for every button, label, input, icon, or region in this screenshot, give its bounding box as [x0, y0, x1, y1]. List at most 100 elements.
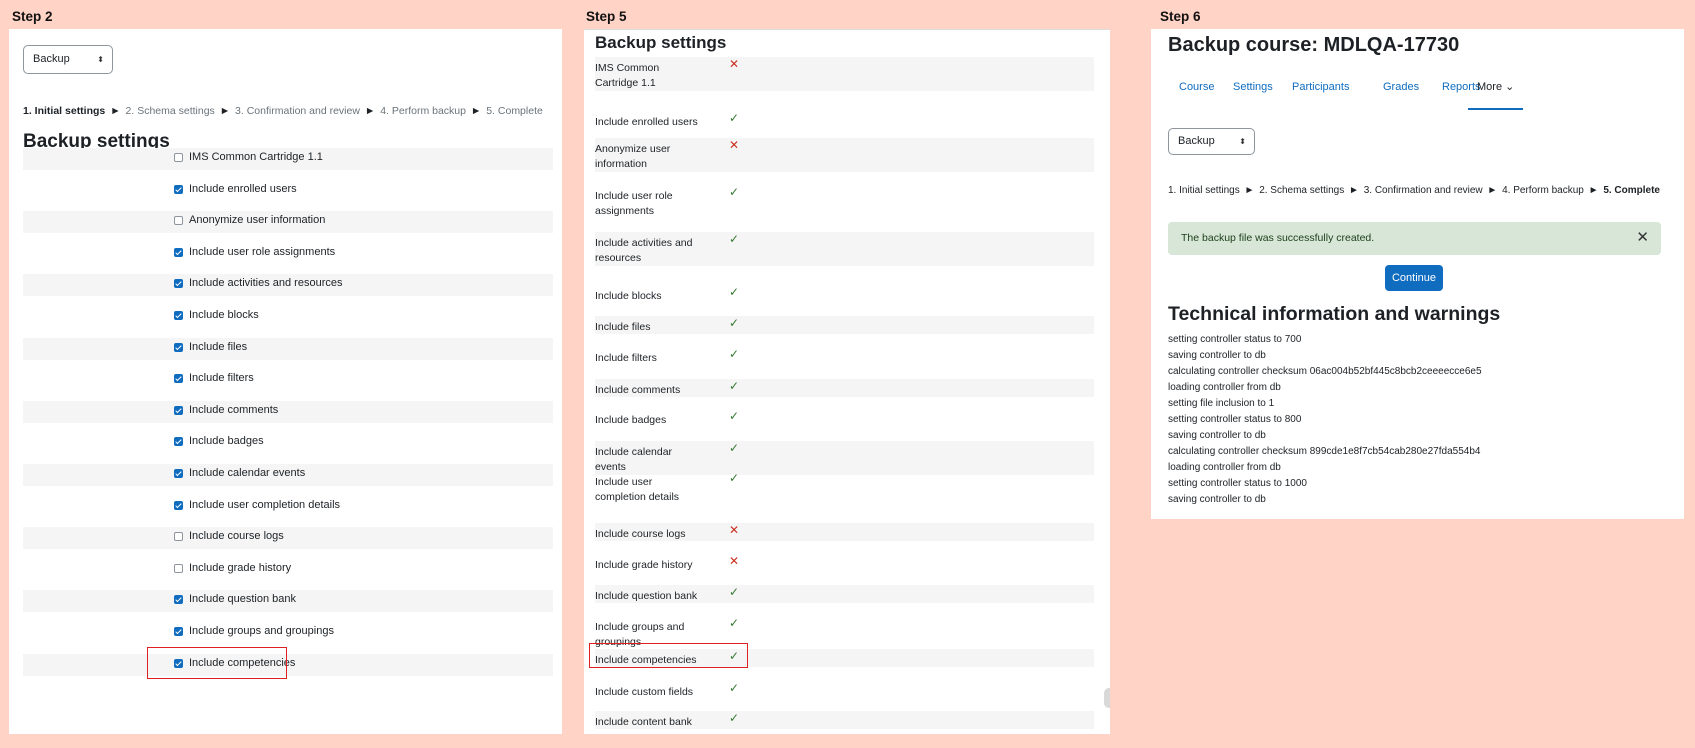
- setting-row: Include enrolled users: [23, 180, 553, 202]
- tab-label: More: [1477, 81, 1503, 93]
- setting-summary-row: Include calendar events ✓: [595, 441, 1094, 475]
- setting-row: Include comments: [23, 400, 553, 423]
- cross-icon: ✕: [729, 57, 740, 71]
- log-line: calculating controller checksum 899cde1e…: [1168, 446, 1481, 457]
- setting-label: Include files: [189, 340, 248, 353]
- setting-summary-row: Include badges ✓: [595, 409, 1094, 427]
- check-icon: ✓: [729, 347, 740, 361]
- tab-reports[interactable]: Reports: [1442, 77, 1481, 97]
- tab-grades[interactable]: Grades: [1383, 77, 1419, 97]
- check-icon: ✓: [729, 379, 740, 393]
- setting-label: Include grade history: [595, 559, 693, 571]
- cross-icon: ✕: [729, 523, 740, 537]
- step-5-title: Step 5: [586, 9, 627, 24]
- setting-label: Include activities and resources: [595, 237, 693, 264]
- tab-label: Course: [1179, 81, 1215, 93]
- log-line: saving controller to db: [1168, 430, 1266, 441]
- setting-row: Include question bank: [23, 590, 553, 613]
- tab-course[interactable]: Course: [1179, 77, 1214, 97]
- setting-checkbox[interactable]: [174, 216, 183, 226]
- setting-summary-row: Include files ✓: [595, 316, 1094, 334]
- breadcrumb: 1. Initial settings ► 2. Schema settings…: [23, 105, 543, 117]
- log-line: loading controller from db: [1168, 382, 1281, 393]
- chevron-down-icon: ⌄: [1502, 81, 1515, 93]
- setting-summary-row: Include comments ✓: [595, 379, 1094, 397]
- setting-summary-row: Include question bank ✓: [595, 585, 1094, 603]
- setting-checkbox[interactable]: [174, 153, 183, 162]
- setting-checkbox[interactable]: [174, 532, 183, 542]
- tab-label: Grades: [1383, 81, 1420, 93]
- setting-row: Include competencies: [23, 653, 553, 676]
- setting-label: Include blocks: [595, 290, 662, 302]
- backup-settings-heading: Backup settings: [595, 33, 727, 52]
- setting-row: Include blocks: [23, 306, 553, 328]
- tab-participants[interactable]: Participants: [1292, 77, 1349, 97]
- check-icon: ✓: [729, 185, 740, 199]
- setting-label: Include filters: [595, 352, 657, 364]
- backup-select[interactable]: Backup ⬍: [1168, 128, 1255, 155]
- setting-label: Include course logs: [595, 528, 686, 540]
- select-arrows-icon: ⬍: [1239, 137, 1246, 146]
- continue-button[interactable]: Continue: [1385, 265, 1443, 291]
- setting-label: Anonymize user information: [595, 143, 671, 170]
- setting-checkbox[interactable]: [174, 247, 183, 257]
- step-2-title: Step 2: [12, 9, 53, 24]
- setting-checkbox[interactable]: [174, 500, 183, 510]
- setting-checkbox[interactable]: [174, 311, 183, 320]
- check-icon: ✓: [729, 471, 740, 485]
- setting-label: Include user completion details: [189, 498, 341, 511]
- secondary-navigation: Course Settings Participants Grades Reports M…: [1151, 29, 1684, 110]
- setting-checkbox[interactable]: [174, 184, 183, 194]
- setting-summary-row: Include grade history ✕: [595, 554, 1094, 572]
- setting-label: Include comments: [189, 403, 279, 416]
- setting-row: Include badges: [23, 432, 553, 454]
- setting-row: Include user role assignments: [23, 243, 553, 265]
- setting-checkbox[interactable]: [174, 469, 183, 478]
- close-icon[interactable]: ✕: [1636, 228, 1649, 246]
- backup-select-value: Backup: [33, 53, 70, 65]
- setting-summary-row: Include enrolled users ✓: [595, 111, 1094, 129]
- setting-checkbox[interactable]: [174, 563, 183, 573]
- setting-row: Include filters: [23, 369, 553, 391]
- breadcrumb-separator: ►: [1241, 185, 1258, 196]
- tab-settings[interactable]: Settings: [1233, 77, 1273, 97]
- cross-icon: ✕: [729, 554, 740, 568]
- setting-checkbox[interactable]: [174, 595, 183, 605]
- check-icon: ✓: [729, 111, 740, 125]
- technical-info-heading: Technical information and warnings: [1168, 303, 1501, 325]
- breadcrumb-separator: ►: [1346, 185, 1362, 196]
- check-icon: ✓: [729, 441, 740, 455]
- breadcrumb-step: 5. Complete: [486, 105, 543, 117]
- setting-row: Include calendar events: [23, 464, 553, 486]
- tab-more[interactable]: More ⌄: [1477, 77, 1514, 97]
- setting-label: Include blocks: [189, 309, 259, 321]
- setting-row: IMS Common Cartridge 1.1: [23, 148, 553, 170]
- setting-checkbox[interactable]: [174, 279, 183, 289]
- setting-label: Include badges: [189, 435, 264, 448]
- log-line: setting controller status to 700: [1168, 334, 1302, 345]
- setting-label: Include enrolled users: [189, 182, 297, 195]
- log-line: setting file inclusion to 1: [1168, 398, 1275, 409]
- setting-summary-row: Include custom fields ✓: [595, 681, 1094, 699]
- setting-checkbox[interactable]: [174, 342, 183, 352]
- setting-checkbox[interactable]: [174, 627, 183, 636]
- step-6-panel: Backup course: MDLQA-17730 Course Setting…: [1151, 29, 1684, 519]
- setting-checkbox[interactable]: [174, 405, 183, 415]
- setting-row: Include files: [23, 337, 553, 360]
- log-line: calculating controller checksum 06ac004b…: [1168, 366, 1482, 377]
- setting-checkbox[interactable]: [174, 437, 183, 447]
- check-icon: ✓: [729, 316, 740, 330]
- log-line: saving controller to db: [1168, 350, 1266, 361]
- check-icon: ✓: [729, 681, 740, 695]
- breadcrumb-step: 4. Perform backup: [1502, 185, 1584, 196]
- backup-select[interactable]: Backup ⬍: [23, 45, 113, 74]
- breadcrumb-separator: ►: [107, 105, 124, 117]
- setting-row: Include groups and groupings: [23, 622, 553, 644]
- active-tab-indicator: [1468, 108, 1523, 110]
- scroll-handle[interactable]: [1104, 688, 1110, 708]
- setting-checkbox[interactable]: [174, 374, 183, 384]
- select-arrows-icon: ⬍: [97, 55, 104, 64]
- setting-summary-row: Include blocks ✓: [595, 285, 1094, 303]
- breadcrumb-step: 3. Confirmation and review: [235, 105, 360, 117]
- setting-summary-row: Include user role assignments ✓: [595, 185, 1094, 219]
